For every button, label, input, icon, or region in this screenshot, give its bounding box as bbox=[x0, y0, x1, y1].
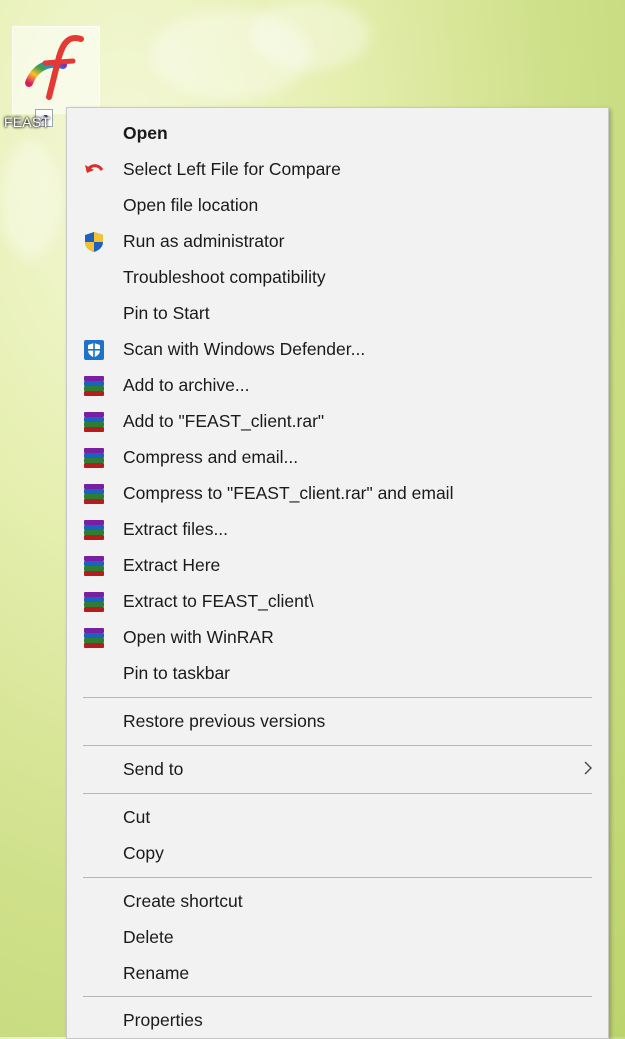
winrar-icon bbox=[83, 447, 105, 469]
winrar-icon bbox=[83, 519, 105, 541]
menu-item-label: Properties bbox=[123, 1009, 203, 1030]
menu-item-cut[interactable]: Cut bbox=[67, 799, 608, 835]
menu-item-troubleshoot-compatibility[interactable]: Troubleshoot compatibility bbox=[67, 259, 608, 295]
feast-desktop-icon[interactable]: ↗ bbox=[12, 26, 100, 127]
menu-item-pin-to-start[interactable]: Pin to Start bbox=[67, 295, 608, 331]
menu-item-select-left-file-for-compare[interactable]: Select Left File for Compare bbox=[67, 151, 608, 187]
menu-item-label: Send to bbox=[123, 758, 184, 779]
menu-item-open-file-location[interactable]: Open file location bbox=[67, 187, 608, 223]
menu-item-create-shortcut[interactable]: Create shortcut bbox=[67, 883, 608, 919]
menu-item-label: Open file location bbox=[123, 194, 259, 215]
menu-item-label: Compress to "FEAST_client.rar" and email bbox=[123, 482, 454, 503]
winrar-icon bbox=[83, 411, 105, 433]
winrar-icon bbox=[83, 591, 105, 613]
menu-item-compress-to-feast-client-rar-and-email[interactable]: Compress to "FEAST_client.rar" and email bbox=[67, 475, 608, 511]
menu-item-extract-to-feast-client[interactable]: Extract to FEAST_client\ bbox=[67, 583, 608, 619]
wallpaper-highlight bbox=[250, 0, 370, 70]
menu-item-add-to-feast-client-rar[interactable]: Add to "FEAST_client.rar" bbox=[67, 403, 608, 439]
menu-item-label: Troubleshoot compatibility bbox=[123, 266, 326, 287]
menu-item-label: Add to archive... bbox=[123, 374, 250, 395]
chevron-right-icon bbox=[584, 761, 592, 775]
menu-item-label: Copy bbox=[123, 842, 164, 863]
uac-shield-icon bbox=[85, 232, 103, 252]
menu-item-delete[interactable]: Delete bbox=[67, 919, 608, 955]
menu-separator bbox=[83, 793, 592, 794]
menu-item-run-as-administrator[interactable]: Run as administrator bbox=[67, 223, 608, 259]
menu-separator bbox=[83, 745, 592, 746]
winrar-icon bbox=[83, 555, 105, 577]
menu-item-label: Extract Here bbox=[123, 554, 221, 575]
menu-item-properties[interactable]: Properties bbox=[67, 1002, 608, 1038]
winrar-icon bbox=[83, 375, 105, 397]
menu-separator bbox=[83, 877, 592, 878]
menu-item-label: Compress and email... bbox=[123, 446, 299, 467]
menu-item-extract-here[interactable]: Extract Here bbox=[67, 547, 608, 583]
menu-item-label: Run as administrator bbox=[123, 230, 285, 251]
defender-icon bbox=[84, 340, 104, 360]
compare-arrow-icon bbox=[85, 164, 104, 173]
menu-item-label: Select Left File for Compare bbox=[123, 158, 341, 179]
menu-item-restore-previous-versions[interactable]: Restore previous versions bbox=[67, 703, 608, 739]
desktop-icon-label[interactable]: FEAST bbox=[4, 114, 50, 130]
menu-item-open-with-winrar[interactable]: Open with WinRAR bbox=[67, 619, 608, 655]
menu-item-label: Extract to FEAST_client\ bbox=[123, 590, 314, 611]
menu-item-label: Cut bbox=[123, 806, 151, 827]
winrar-icon bbox=[83, 483, 105, 505]
menu-item-label: Open with WinRAR bbox=[123, 626, 274, 647]
context-menu: Open Select Left File for Compare Open f… bbox=[66, 107, 609, 1039]
menu-separator bbox=[83, 697, 592, 698]
menu-item-add-to-archive[interactable]: Add to archive... bbox=[67, 367, 608, 403]
menu-item-label: Pin to taskbar bbox=[123, 662, 230, 683]
menu-item-label: Add to "FEAST_client.rar" bbox=[123, 410, 325, 431]
menu-item-label: Rename bbox=[123, 962, 190, 983]
menu-item-copy[interactable]: Copy bbox=[67, 835, 608, 871]
menu-item-label: Delete bbox=[123, 926, 174, 947]
menu-separator bbox=[83, 996, 592, 997]
menu-item-open[interactable]: Open bbox=[67, 115, 608, 151]
menu-item-label: Scan with Windows Defender... bbox=[123, 338, 366, 359]
menu-item-label: Open bbox=[123, 122, 168, 143]
feast-logo-icon bbox=[25, 35, 84, 100]
menu-item-scan-with-windows-defender[interactable]: Scan with Windows Defender... bbox=[67, 331, 608, 367]
menu-item-pin-to-taskbar[interactable]: Pin to taskbar bbox=[67, 655, 608, 691]
menu-item-label: Extract files... bbox=[123, 518, 229, 539]
menu-item-label: Restore previous versions bbox=[123, 710, 326, 731]
menu-item-rename[interactable]: Rename bbox=[67, 955, 608, 991]
menu-item-compress-and-email[interactable]: Compress and email... bbox=[67, 439, 608, 475]
menu-item-extract-files[interactable]: Extract files... bbox=[67, 511, 608, 547]
menu-item-send-to[interactable]: Send to bbox=[67, 751, 608, 787]
menu-item-label: Pin to Start bbox=[123, 302, 210, 323]
winrar-icon bbox=[83, 627, 105, 649]
menu-item-label: Create shortcut bbox=[123, 890, 243, 911]
wallpaper-highlight bbox=[0, 140, 60, 260]
